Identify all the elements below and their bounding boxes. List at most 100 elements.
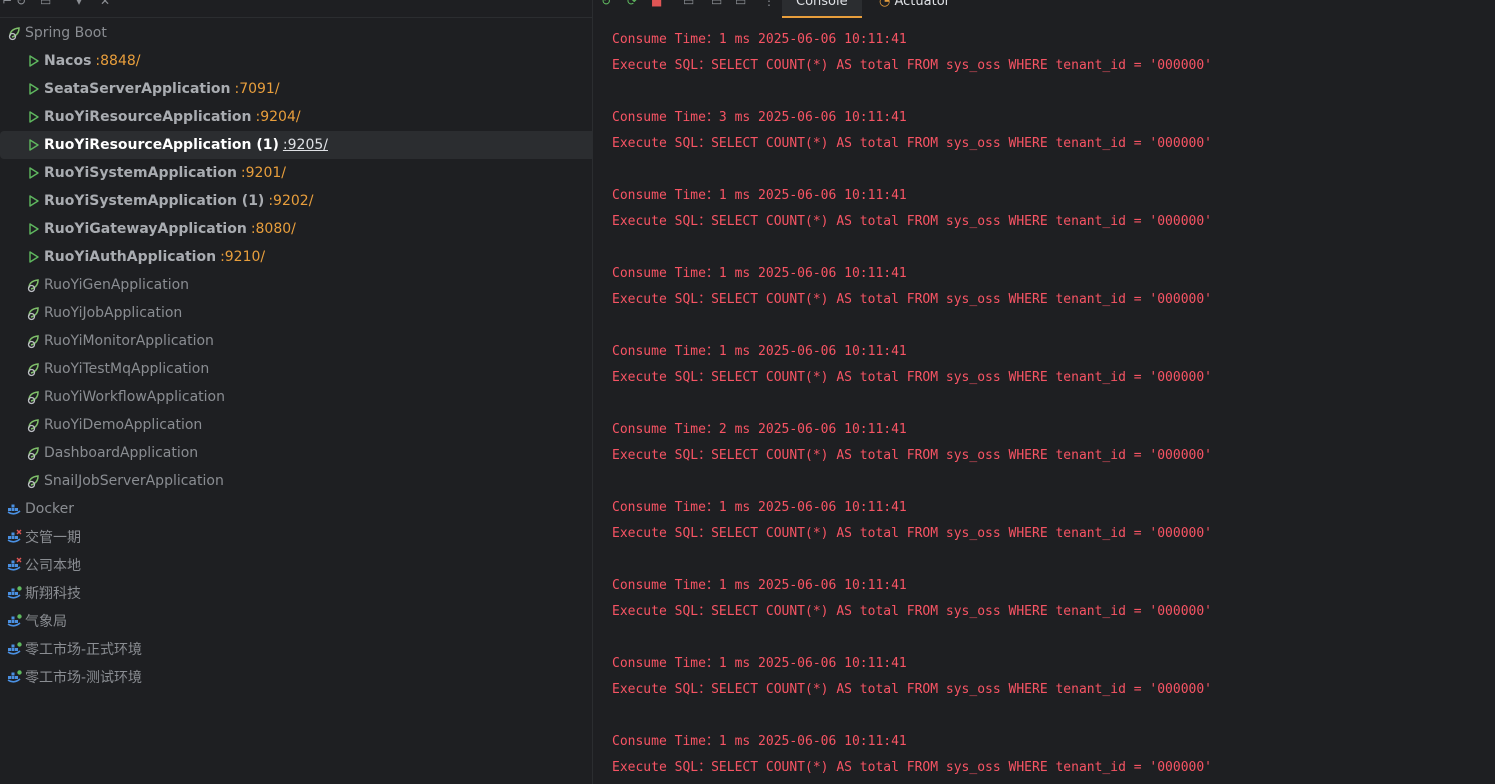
log-consume-time-line: Consume Time：2 ms 2025-06-06 10:11:41	[612, 422, 907, 437]
service-name: RuoYiJobApplication	[44, 305, 183, 321]
run-icon	[25, 80, 43, 98]
service-item[interactable]: RuoYiSystemApplication (1):9202/	[0, 187, 592, 215]
service-port-link[interactable]: :7091/	[234, 81, 279, 97]
service-name: DashboardApplication	[44, 445, 199, 461]
service-name: RuoYiGatewayApplication	[44, 221, 247, 237]
service-item[interactable]: SeataServerApplication:7091/	[0, 75, 592, 103]
log-consume-time-line: Consume Time：3 ms 2025-06-06 10:11:41	[612, 110, 907, 125]
service-item[interactable]: RuoYiGenApplication	[0, 271, 592, 299]
service-item[interactable]: Nacos:8848/	[0, 47, 592, 75]
run-icon	[25, 220, 43, 238]
debug-icon[interactable]: ⟳	[627, 0, 637, 8]
spring-boot-group[interactable]: Spring Boot	[0, 19, 586, 47]
docker-connection-item[interactable]: 气象局	[0, 607, 586, 635]
service-name: RuoYiResourceApplication (1)	[44, 137, 279, 153]
close-icon[interactable]: ✕	[100, 0, 110, 8]
tab-actuator[interactable]: ◔ Actuator	[865, 0, 964, 18]
log-consume-time-line: Consume Time：1 ms 2025-06-06 10:11:41	[612, 188, 907, 203]
spring-boot-icon	[25, 472, 43, 490]
service-item[interactable]: RuoYiWorkflowApplication	[0, 383, 592, 411]
service-name: SeataServerApplication	[44, 81, 231, 97]
docker-icon	[6, 584, 24, 602]
docker-connection-name: 斯翔科技	[25, 586, 81, 602]
service-name: RuoYiTestMqApplication	[44, 361, 210, 377]
service-port-link[interactable]: :9202/	[268, 193, 313, 209]
service-port-link[interactable]: :9205/	[283, 137, 328, 153]
log-sql-line: Execute SQL：SELECT COUNT(*) AS total FRO…	[612, 214, 1212, 229]
log-sql-line: Execute SQL：SELECT COUNT(*) AS total FRO…	[612, 682, 1212, 697]
docker-icon	[6, 556, 24, 574]
console-panel: ↻ ⟳ ■ ▭ ▭ ▭ ⋮ Console ◔ Actuator Consume…	[593, 0, 1495, 784]
service-item[interactable]: SnailJobServerApplication	[0, 467, 592, 495]
services-toolbar: ⌐ ↻ ▭ ▾ ✕	[0, 0, 592, 18]
run-icon	[25, 108, 43, 126]
service-item[interactable]: DashboardApplication	[0, 439, 592, 467]
service-item[interactable]: RuoYiMonitorApplication	[0, 327, 592, 355]
docker-connection-item[interactable]: 零工市场-正式环境	[0, 635, 586, 663]
spring-boot-icon	[25, 304, 43, 322]
services-panel: ⌐ ↻ ▭ ▾ ✕ Spring Boot Nacos:8848/SeataSer…	[0, 0, 592, 784]
layout-icon[interactable]: ▭	[683, 0, 694, 8]
log-consume-time-line: Consume Time：1 ms 2025-06-06 10:11:41	[612, 656, 907, 671]
spring-boot-icon	[25, 444, 43, 462]
service-port-link[interactable]: :9201/	[241, 165, 286, 181]
service-name: RuoYiResourceApplication	[44, 109, 252, 125]
docker-connection-item[interactable]: 零工市场-测试环境	[0, 663, 586, 691]
collapse-icon[interactable]: ▭	[40, 0, 51, 8]
docker-connection-item[interactable]: 交管一期	[0, 523, 586, 551]
log-sql-line: Execute SQL：SELECT COUNT(*) AS total FRO…	[612, 526, 1212, 541]
docker-group[interactable]: Docker	[0, 495, 586, 523]
docker-connection-name: 交管一期	[25, 530, 81, 546]
service-port-link[interactable]: :9210/	[220, 249, 265, 265]
log-consume-time-line: Consume Time：1 ms 2025-06-06 10:11:41	[612, 734, 907, 749]
docker-connection-item[interactable]: 斯翔科技	[0, 579, 586, 607]
refresh-icon[interactable]: ↻	[16, 0, 26, 8]
service-name: RuoYiGenApplication	[44, 277, 190, 293]
service-name: Nacos	[44, 53, 92, 69]
service-port-link[interactable]: :8848/	[95, 53, 140, 69]
export-icon[interactable]: ▭	[735, 0, 746, 8]
spring-boot-icon	[25, 276, 43, 294]
console-toolbar: ↻ ⟳ ■ ▭ ▭ ▭ ⋮ Console ◔ Actuator	[593, 0, 1495, 18]
run-icon	[25, 136, 43, 154]
docker-icon	[6, 668, 24, 686]
docker-connection-name: 气象局	[25, 614, 67, 630]
service-name: RuoYiDemoApplication	[44, 417, 203, 433]
service-port-link[interactable]: :9204/	[256, 109, 301, 125]
service-item[interactable]: RuoYiGatewayApplication:8080/	[0, 215, 592, 243]
docker-icon	[6, 528, 24, 546]
service-port-link[interactable]: :8080/	[251, 221, 296, 237]
docker-icon	[6, 640, 24, 658]
service-item[interactable]: RuoYiAuthApplication:9210/	[0, 243, 592, 271]
log-consume-time-line: Consume Time：1 ms 2025-06-06 10:11:41	[612, 266, 907, 281]
spring-boot-icon	[25, 332, 43, 350]
service-item[interactable]: RuoYiDemoApplication	[0, 411, 592, 439]
rerun-icon[interactable]: ↻	[601, 0, 611, 8]
service-item[interactable]: RuoYiResourceApplication:9204/	[0, 103, 592, 131]
service-item[interactable]: RuoYiTestMqApplication	[0, 355, 592, 383]
expand-icon[interactable]: ⌐	[2, 0, 12, 8]
service-item[interactable]: RuoYiJobApplication	[0, 299, 592, 327]
service-name: RuoYiWorkflowApplication	[44, 389, 225, 405]
log-sql-line: Execute SQL：SELECT COUNT(*) AS total FRO…	[612, 604, 1212, 619]
tab-actuator-label: Actuator	[894, 0, 950, 9]
tab-console[interactable]: Console	[782, 0, 862, 18]
spring-boot-icon	[25, 360, 43, 378]
actuator-icon: ◔	[879, 0, 891, 9]
docker-connection-item[interactable]: 公司本地	[0, 551, 586, 579]
run-icon	[25, 52, 43, 70]
log-consume-time-line: Consume Time：1 ms 2025-06-06 10:11:41	[612, 578, 907, 593]
docker-icon	[6, 612, 24, 630]
log-sql-line: Execute SQL：SELECT COUNT(*) AS total FRO…	[612, 58, 1212, 73]
filter-icon[interactable]: ▾	[76, 0, 82, 8]
docker-connection-name: 零工市场-测试环境	[25, 670, 143, 686]
run-icon	[25, 192, 43, 210]
stop-icon[interactable]: ■	[651, 0, 662, 8]
copy-icon[interactable]: ▭	[711, 0, 722, 8]
log-sql-line: Execute SQL：SELECT COUNT(*) AS total FRO…	[612, 760, 1212, 775]
service-name: SnailJobServerApplication	[44, 473, 224, 489]
service-item[interactable]: RuoYiSystemApplication:9201/	[0, 159, 592, 187]
spring-boot-label: Spring Boot	[25, 25, 107, 41]
more-icon[interactable]: ⋮	[763, 0, 775, 8]
service-item[interactable]: RuoYiResourceApplication (1):9205/	[0, 131, 592, 159]
